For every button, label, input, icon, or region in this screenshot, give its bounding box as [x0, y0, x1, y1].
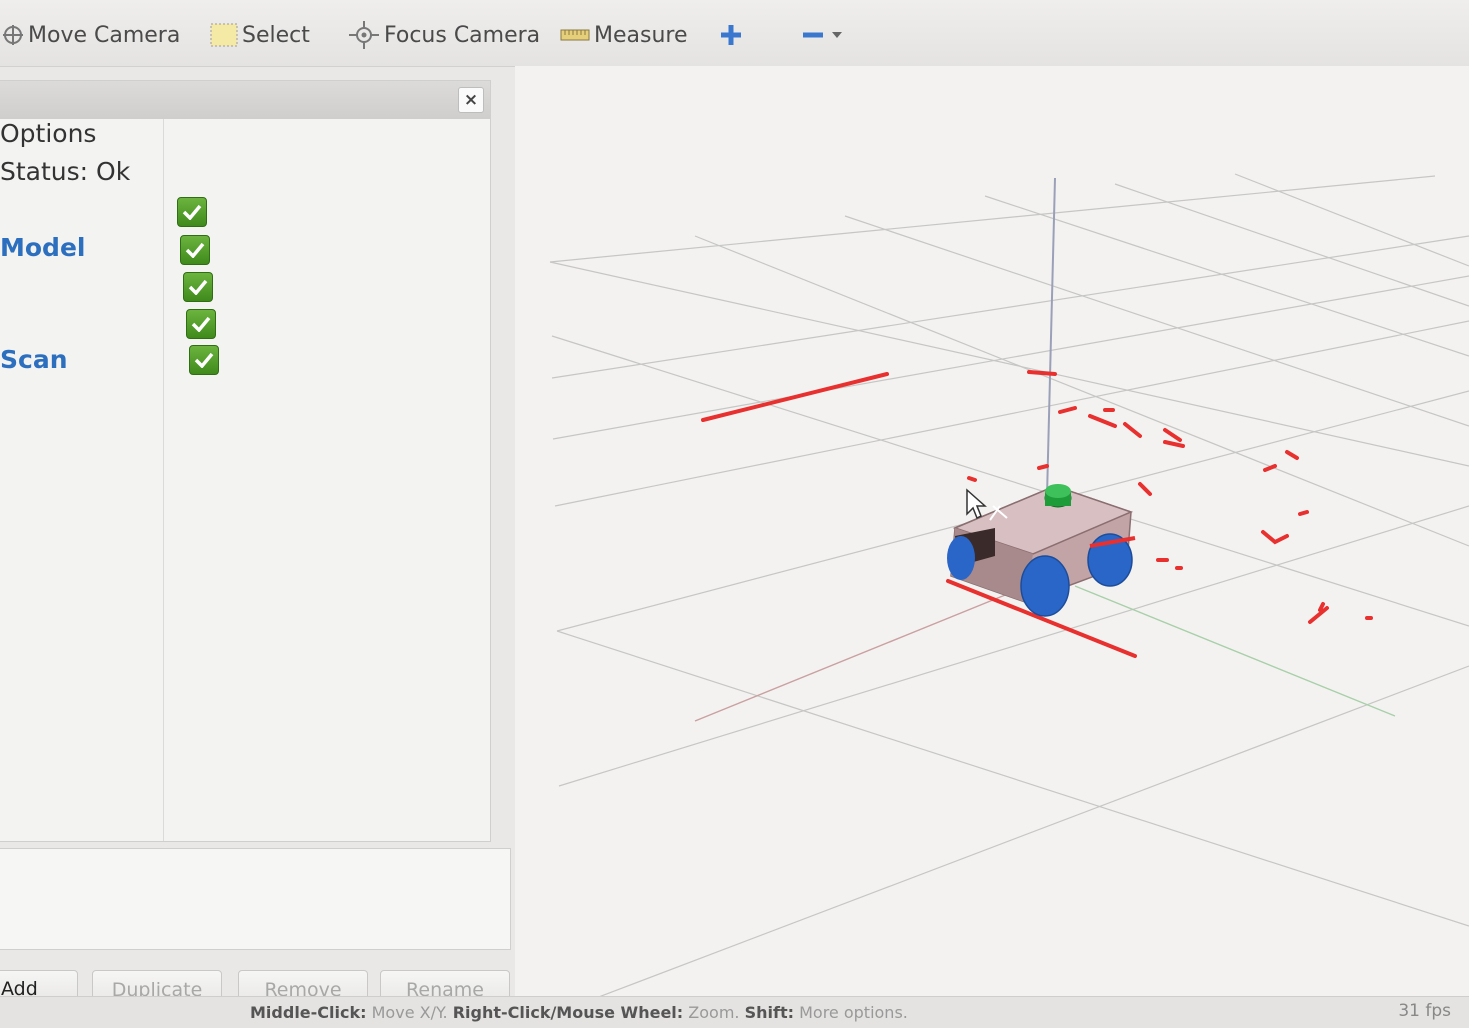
displays-panel: × Options Status: Ok Model Scan [0, 80, 491, 842]
hint-value: Zoom. [688, 1003, 740, 1022]
chevron-down-icon[interactable] [830, 30, 844, 40]
description-box [0, 848, 511, 950]
check-icon [194, 352, 214, 368]
select-icon [210, 23, 238, 47]
minus-icon [803, 32, 823, 38]
x-axis-line [694, 590, 1016, 722]
z-axis-line [1046, 177, 1056, 497]
panel-header: × [0, 81, 490, 119]
check-icon [185, 242, 205, 258]
scene-render [549, 173, 1469, 1007]
scan-checkbox[interactable] [189, 345, 219, 375]
3d-viewport[interactable] [515, 66, 1469, 1007]
tool-bar: Move Camera Select Focus Camera Measure [0, 0, 1469, 67]
display-checkbox[interactable] [183, 272, 213, 302]
remove-tool-button[interactable] [800, 20, 844, 50]
close-icon: × [463, 90, 479, 110]
display-checkbox[interactable] [186, 309, 216, 339]
row-model-label[interactable]: Model [0, 233, 85, 262]
hint-value: More options. [799, 1003, 908, 1022]
check-icon [191, 316, 211, 332]
status-bar: Middle-Click: Move X/Y. Right-Click/Mous… [0, 996, 1469, 1028]
check-icon [188, 279, 208, 295]
measure-tool[interactable]: Measure [560, 20, 688, 50]
focus-camera-label: Focus Camera [384, 22, 541, 48]
hint-key: Right-Click/Mouse Wheel: [452, 1003, 684, 1022]
move-camera-label: Move Camera [28, 22, 181, 48]
move-camera-tool[interactable]: Move Camera [2, 20, 180, 50]
hint-value: Move X/Y. [371, 1003, 448, 1022]
row-status-label: Status: Ok [0, 157, 131, 186]
select-tool[interactable]: Select [210, 20, 310, 50]
fps-counter: 31 fps [1398, 1001, 1451, 1021]
plus-icon [721, 25, 741, 45]
add-tool-button[interactable] [718, 20, 744, 50]
hint-key: Shift: [744, 1003, 794, 1022]
close-panel-button[interactable]: × [458, 87, 484, 113]
mouse-cursor-icon [966, 488, 987, 520]
column-divider[interactable] [163, 119, 164, 841]
display-checkbox[interactable] [177, 197, 207, 227]
row-options-label: Options [0, 119, 97, 148]
status-hint: Middle-Click: Move X/Y. Right-Click/Mous… [250, 1003, 908, 1022]
check-icon [182, 204, 202, 220]
select-label: Select [242, 22, 310, 48]
move-camera-icon [3, 25, 23, 45]
ruler-icon [560, 29, 590, 41]
focus-camera-icon [349, 21, 379, 49]
model-checkbox[interactable] [180, 235, 210, 265]
focus-camera-tool[interactable]: Focus Camera [348, 20, 540, 50]
hint-key: Middle-Click: [250, 1003, 367, 1022]
measure-label: Measure [594, 22, 688, 48]
row-scan-label[interactable]: Scan [0, 345, 68, 374]
